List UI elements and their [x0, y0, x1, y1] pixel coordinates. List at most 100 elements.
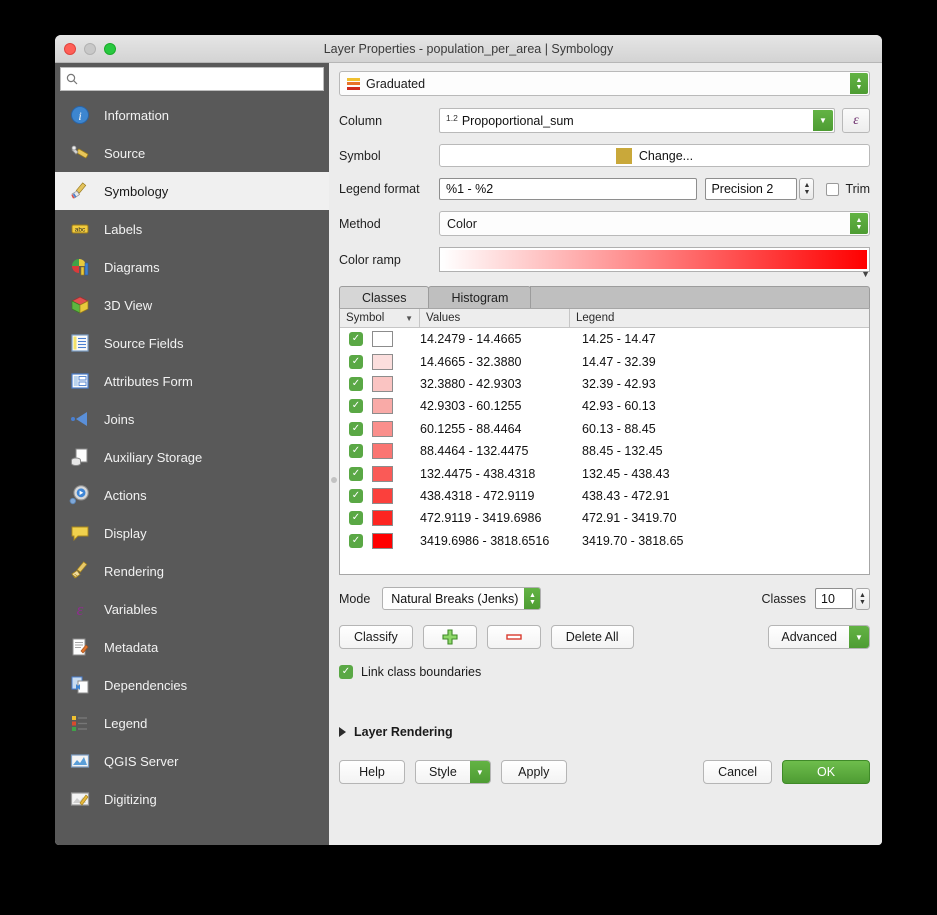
class-visible-checkbox[interactable]: ✓ — [349, 488, 363, 503]
class-values-cell[interactable]: 14.4665 - 32.3880 — [420, 355, 582, 369]
class-visible-checkbox[interactable]: ✓ — [349, 421, 363, 436]
class-color-swatch[interactable] — [372, 331, 393, 348]
sidebar-item-labels[interactable]: abc Labels — [55, 210, 329, 248]
chevron-down-icon[interactable]: ▼ — [405, 314, 413, 323]
sidebar-item-diagrams[interactable]: Diagrams — [55, 248, 329, 286]
chevron-down-icon[interactable]: ▼ — [469, 761, 490, 783]
column-header-legend[interactable]: Legend — [570, 309, 869, 327]
class-color-swatch[interactable] — [372, 465, 393, 482]
chevron-down-icon[interactable]: ▼ — [861, 269, 870, 279]
table-row[interactable]: ✓ 60.1255 - 88.4464 60.13 - 88.45 — [340, 418, 869, 440]
table-row[interactable]: ✓ 438.4318 - 472.9119 438.43 - 472.91 — [340, 485, 869, 507]
cancel-button[interactable]: Cancel — [703, 760, 772, 784]
sidebar-item-symbology[interactable]: Symbology — [55, 172, 329, 210]
mode-spinner-icon[interactable]: ▲ ▼ — [524, 588, 541, 609]
class-visible-checkbox[interactable]: ✓ — [349, 511, 363, 526]
symbol-change-button[interactable]: Change... — [439, 144, 870, 167]
search-input[interactable] — [82, 71, 318, 87]
class-legend-cell[interactable]: 472.91 - 3419.70 — [582, 511, 869, 525]
color-ramp-combo[interactable]: ▼ — [439, 247, 870, 279]
sidebar-item-rendering[interactable]: Rendering — [55, 552, 329, 590]
class-legend-cell[interactable]: 132.45 - 438.43 — [582, 467, 869, 481]
legend-format-input[interactable]: %1 - %2 — [439, 178, 698, 200]
table-row[interactable]: ✓ 132.4475 - 438.4318 132.45 - 438.43 — [340, 462, 869, 484]
column-header-symbol[interactable]: Symbol ▼ — [340, 309, 420, 327]
sidebar-item-auxiliary-storage[interactable]: Auxiliary Storage — [55, 438, 329, 476]
trim-checkbox[interactable] — [826, 182, 840, 196]
expand-triangle-icon[interactable] — [339, 727, 346, 737]
class-values-cell[interactable]: 438.4318 - 472.9119 — [420, 489, 582, 503]
class-values-cell[interactable]: 472.9119 - 3419.6986 — [420, 511, 582, 525]
class-values-cell[interactable]: 14.2479 - 14.4665 — [420, 332, 582, 346]
table-row[interactable]: ✓ 42.9303 - 60.1255 42.93 - 60.13 — [340, 395, 869, 417]
sidebar-item-source[interactable]: Source — [55, 134, 329, 172]
class-visible-checkbox[interactable]: ✓ — [349, 399, 363, 414]
class-legend-cell[interactable]: 14.25 - 14.47 — [582, 332, 869, 346]
class-legend-cell[interactable]: 14.47 - 32.39 — [582, 355, 869, 369]
style-button[interactable]: Style ▼ — [415, 760, 491, 784]
column-combo[interactable]: 1.2 Propoportional_sum ▼ — [439, 108, 835, 133]
class-visible-checkbox[interactable]: ✓ — [349, 444, 363, 459]
delete-class-button[interactable] — [486, 625, 541, 649]
class-color-swatch[interactable] — [372, 398, 393, 415]
renderer-type-combo[interactable]: Graduated ▲ ▼ — [339, 71, 870, 96]
chevron-down-icon[interactable]: ▼ — [849, 626, 869, 648]
precision-input[interactable]: Precision 2 — [705, 178, 798, 200]
class-color-swatch[interactable] — [372, 510, 393, 527]
precision-stepper[interactable]: ▲ ▼ — [799, 178, 815, 200]
sidebar-item-attributes-form[interactable]: Attributes Form — [55, 362, 329, 400]
class-visible-checkbox[interactable]: ✓ — [349, 332, 363, 347]
sidebar-item-source-fields[interactable]: Source Fields — [55, 324, 329, 362]
sidebar-item-display[interactable]: Display — [55, 514, 329, 552]
link-class-boundaries-row[interactable]: ✓ Link class boundaries — [339, 665, 870, 679]
class-values-cell[interactable]: 42.9303 - 60.1255 — [420, 399, 582, 413]
splitter-grip[interactable] — [331, 477, 337, 483]
layer-rendering-section[interactable]: Layer Rendering — [339, 725, 870, 739]
advanced-button[interactable]: Advanced ▼ — [768, 625, 870, 649]
classes-count-stepper[interactable]: ▲ ▼ — [855, 587, 870, 610]
classify-button[interactable]: Classify — [339, 625, 413, 649]
class-visible-checkbox[interactable]: ✓ — [349, 466, 363, 481]
class-legend-cell[interactable]: 32.39 - 42.93 — [582, 377, 869, 391]
expression-button[interactable]: ε — [842, 108, 870, 133]
class-color-swatch[interactable] — [372, 487, 393, 504]
sidebar-search[interactable] — [60, 67, 324, 91]
class-visible-checkbox[interactable]: ✓ — [349, 354, 363, 369]
classes-count-input[interactable]: 10 — [815, 588, 853, 609]
class-legend-cell[interactable]: 88.45 - 132.45 — [582, 444, 869, 458]
sidebar-item-actions[interactable]: Actions — [55, 476, 329, 514]
class-legend-cell[interactable]: 60.13 - 88.45 — [582, 422, 869, 436]
ok-button[interactable]: OK — [782, 760, 870, 784]
table-row[interactable]: ✓ 32.3880 - 42.9303 32.39 - 42.93 — [340, 373, 869, 395]
table-row[interactable]: ✓ 472.9119 - 3419.6986 472.91 - 3419.70 — [340, 507, 869, 529]
class-color-swatch[interactable] — [372, 443, 393, 460]
tab-histogram[interactable]: Histogram — [428, 286, 532, 308]
class-values-cell[interactable]: 88.4464 - 132.4475 — [420, 444, 582, 458]
help-button[interactable]: Help — [339, 760, 405, 784]
method-combo[interactable]: Color ▲ ▼ — [439, 211, 870, 236]
class-color-swatch[interactable] — [372, 420, 393, 437]
class-color-swatch[interactable] — [372, 375, 393, 392]
sidebar-item-legend[interactable]: Legend — [55, 704, 329, 742]
class-legend-cell[interactable]: 42.93 - 60.13 — [582, 399, 869, 413]
chevron-down-icon[interactable]: ▼ — [813, 110, 833, 131]
class-values-cell[interactable]: 32.3880 - 42.9303 — [420, 377, 582, 391]
class-values-cell[interactable]: 3419.6986 - 3818.6516 — [420, 534, 582, 548]
table-row[interactable]: ✓ 3419.6986 - 3818.6516 3419.70 - 3818.65 — [340, 530, 869, 552]
class-values-cell[interactable]: 60.1255 - 88.4464 — [420, 422, 582, 436]
sidebar-item-qgis-server[interactable]: QGIS Server — [55, 742, 329, 780]
method-spinner-icon[interactable]: ▲ ▼ — [850, 213, 868, 234]
table-row[interactable]: ✓ 88.4464 - 132.4475 88.45 - 132.45 — [340, 440, 869, 462]
class-visible-checkbox[interactable]: ✓ — [349, 376, 363, 391]
tab-classes[interactable]: Classes — [339, 286, 430, 308]
sidebar-item-3d-view[interactable]: 3D View — [55, 286, 329, 324]
class-legend-cell[interactable]: 438.43 - 472.91 — [582, 489, 869, 503]
delete-all-button[interactable]: Delete All — [550, 625, 634, 649]
mode-combo[interactable]: Natural Breaks (Jenks) ▲ ▼ — [382, 587, 542, 610]
table-row[interactable]: ✓ 14.4665 - 32.3880 14.47 - 32.39 — [340, 350, 869, 372]
sidebar-item-variables[interactable]: ε Variables — [55, 590, 329, 628]
class-legend-cell[interactable]: 3419.70 - 3818.65 — [582, 534, 869, 548]
sidebar-item-information[interactable]: i Information — [55, 96, 329, 134]
class-values-cell[interactable]: 132.4475 - 438.4318 — [420, 467, 582, 481]
table-row[interactable]: ✓ 14.2479 - 14.4665 14.25 - 14.47 — [340, 328, 869, 350]
